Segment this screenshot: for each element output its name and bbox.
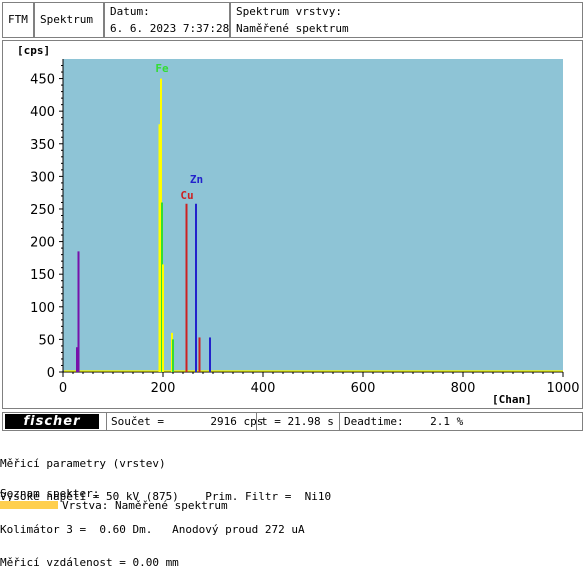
spectrum-layer-cell: Spektrum vrstvy: Naměřené spektrum	[230, 2, 583, 38]
x-tick-label: 400	[251, 381, 276, 396]
element-label: Zn	[190, 173, 203, 186]
fischer-logo: fischer	[5, 414, 99, 429]
spectrum-layer-label: Spektrum vrstvy:	[236, 5, 342, 18]
spectrum-chart: 0 50 100 150 200 250 300 350 400 450 0 200 400 600 800…	[17, 44, 580, 406]
plot-area	[63, 59, 563, 372]
spectrum-chart-frame: 0 50 100 150 200 250 300 350 400 450 0 200 400 600 800…	[2, 40, 583, 409]
y-tick-label: 50	[38, 333, 55, 348]
element-label: Fe	[155, 62, 169, 75]
spektrum-label: Spektrum	[34, 2, 104, 38]
deadtime: Deadtime: 2.1 %	[339, 413, 582, 430]
y-tick-label: 300	[30, 170, 55, 185]
y-axis-label: [cps]	[17, 44, 50, 57]
params-line: Kolimátor 3 = 0.60 Dm. Anodový proud 272…	[0, 523, 305, 536]
element-label: Cu	[180, 189, 193, 202]
x-tick-label: 800	[451, 381, 476, 396]
y-tick-label: 200	[30, 236, 55, 251]
x-tick-label: 600	[351, 381, 376, 396]
spectrum-layer-value: Naměřené spektrum	[236, 22, 349, 35]
spectrum-list-item: Vrstva: Naměřené spektrum	[62, 499, 228, 512]
y-tick-label: 150	[30, 268, 55, 283]
ftm-label: FTM	[2, 2, 34, 38]
spectrum-color-swatch	[0, 501, 58, 509]
measure-time: t = 21.98 s	[256, 413, 339, 430]
x-tick-label: 0	[59, 381, 67, 396]
x-axis-label: [Chan]	[492, 393, 532, 406]
y-tick-label: 350	[30, 138, 55, 153]
x-tick-label: 200	[151, 381, 176, 396]
date-cell: Datum: 6. 6. 2023 7:37:28	[104, 2, 230, 38]
y-tick-label: 400	[30, 105, 55, 120]
params-line: Měřicí vzdálenost = 0.00 mm	[0, 556, 179, 569]
y-tick-label: 250	[30, 203, 55, 218]
sum-cps: Součet = 2916 cps	[106, 413, 263, 430]
status-bar: fischer Součet = 2916 cps t = 21.98 s De…	[2, 412, 583, 431]
y-tick-label: 450	[30, 73, 55, 88]
date-label: Datum:	[110, 5, 150, 18]
params-line: Měřicí parametry (vrstev)	[0, 457, 166, 470]
date-value: 6. 6. 2023 7:37:28	[110, 22, 230, 35]
y-tick-label: 100	[30, 301, 55, 316]
x-tick-label: 1000	[546, 381, 579, 396]
y-tick-label: 0	[47, 366, 55, 381]
